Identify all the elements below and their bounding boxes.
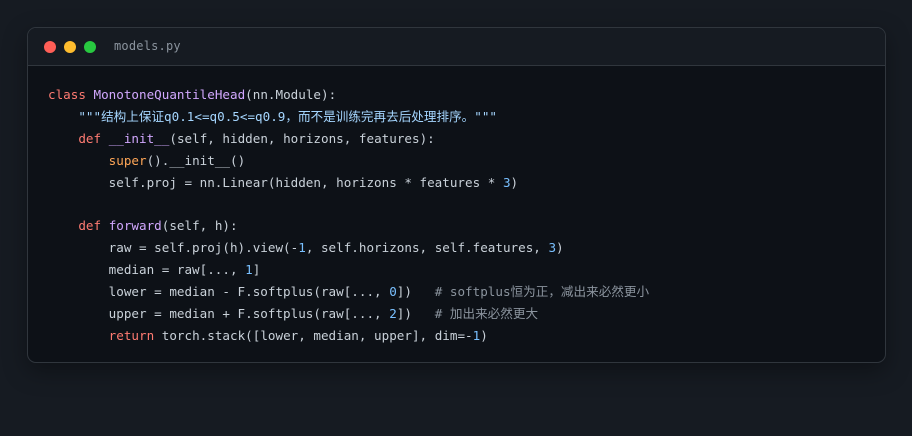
code-token: self.proj = nn.Linear(hidden, horizons *… (48, 174, 503, 190)
code-token: raw = self.proj(h).view(- (48, 240, 299, 256)
code-token: lower = median - F.softplus(raw[..., (48, 284, 390, 300)
code-token: (self, h): (161, 218, 238, 234)
code-line: class MonotoneQuantileHead(nn.Module): (48, 84, 649, 106)
code-line: def __init__(self, hidden, horizons, fea… (48, 128, 649, 150)
window-titlebar: models.py (28, 28, 885, 66)
close-dot-icon[interactable] (44, 41, 56, 53)
file-name: models.py (114, 39, 181, 53)
code-token: ] (252, 262, 261, 278)
code-token: upper = median + F.softplus(raw[..., (48, 305, 390, 321)
code-token: 1 (298, 240, 306, 256)
code-line: upper = median + F.softplus(raw[..., 2])… (48, 303, 649, 325)
code-token: return (108, 327, 155, 343)
code-token: ]) (396, 284, 435, 300)
code-line: raw = self.proj(h).view(-1, self.horizon… (48, 237, 649, 259)
code-line: """结构上保证q0.1<=q0.5<=q0.9，而不是训练完再去后处理排序。"… (48, 106, 649, 128)
code-token: """结构上保证q0.1<=q0.5<=q0.9，而不是训练完再去后处理排序。"… (48, 108, 498, 124)
code-token: 3 (502, 174, 511, 190)
code-token: forward (108, 218, 162, 234)
code-token: ) (556, 240, 564, 256)
code-token: 3 (548, 240, 557, 256)
code-token: ]) (396, 305, 435, 321)
code-token: ) (480, 327, 488, 343)
code-line: median = raw[..., 1] (48, 259, 649, 281)
code-line: lower = median - F.softplus(raw[..., 0])… (48, 281, 649, 303)
code-window: models.py class MonotoneQuantileHead(nn.… (27, 27, 886, 363)
code-line: return torch.stack([lower, median, upper… (48, 325, 649, 347)
code-token: (self, hidden, horizons, features): (169, 130, 435, 146)
code-token: # 加出来必然更大 (434, 305, 539, 321)
code-token: median = raw[..., (48, 262, 246, 278)
code-line: self.proj = nn.Linear(hidden, horizons *… (48, 172, 649, 194)
code-line: super().__init__() (48, 150, 649, 172)
code-token: ) (510, 174, 519, 190)
code-line: def forward(self, h): (48, 215, 649, 237)
code-token: ().__init__() (146, 152, 246, 168)
code-token: super (108, 152, 147, 168)
code-token: class (48, 87, 86, 102)
minimize-dot-icon[interactable] (64, 41, 76, 53)
code-token: def (78, 130, 102, 146)
code-token: # softplus恒为正，减出来必然更小 (434, 284, 650, 300)
code-token: torch.stack([lower, median, upper], dim=… (154, 327, 473, 343)
code-token: (nn.Module): (245, 87, 337, 102)
code-token: 2 (389, 305, 397, 321)
code-block[interactable]: class MonotoneQuantileHead(nn.Module): "… (48, 84, 649, 347)
code-token: __init__ (108, 130, 170, 146)
code-token: 0 (389, 284, 397, 300)
maximize-dot-icon[interactable] (84, 41, 96, 53)
code-token: 1 (245, 262, 253, 278)
page-background: models.py class MonotoneQuantileHead(nn.… (0, 0, 912, 436)
code-token: MonotoneQuantileHead (93, 87, 246, 102)
code-token: def (78, 218, 102, 234)
code-token: , self.horizons, self.features, (305, 240, 549, 256)
